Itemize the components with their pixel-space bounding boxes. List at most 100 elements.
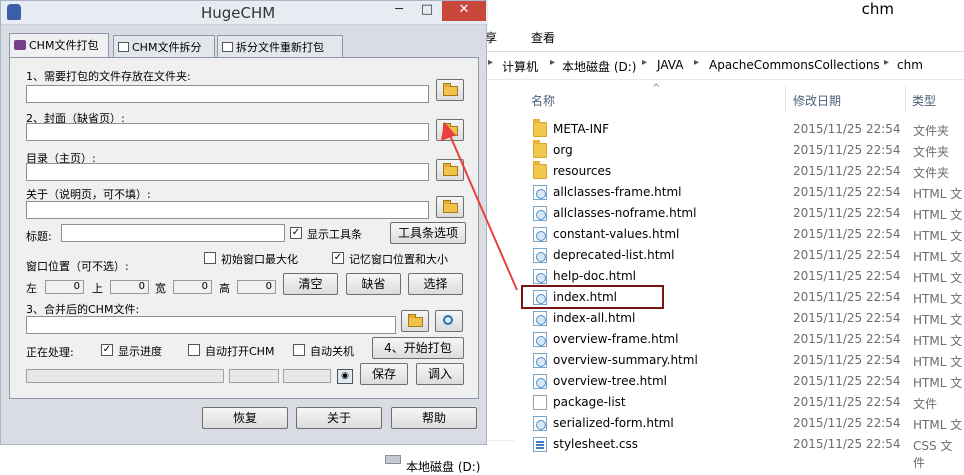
address-bar[interactable]: ▸ 计算机 ▸ 本地磁盘 (D:) ▸ JAVA ▸ ApacheCommons… bbox=[480, 52, 964, 80]
minimize-icon[interactable]: ─ bbox=[386, 1, 412, 21]
file-row[interactable]: resources 2015/11/25 22:54 文件夹 bbox=[520, 161, 964, 182]
toolbar-options-button[interactable]: 工具条选项 bbox=[390, 222, 466, 244]
file-row[interactable]: deprecated-list.html 2015/11/25 22:54 HTML… bbox=[520, 245, 964, 266]
browse-cover-button[interactable] bbox=[436, 119, 464, 141]
file-type: HTML 文 bbox=[913, 376, 963, 390]
file-row[interactable]: constant-values.html 2015/11/25 22:54 HTML… bbox=[520, 224, 964, 245]
height-field[interactable]: 0 bbox=[237, 280, 276, 294]
title-input[interactable] bbox=[61, 224, 285, 242]
tab-split[interactable]: CHM文件拆分 bbox=[113, 35, 215, 57]
load-button[interactable]: 调入 bbox=[416, 363, 464, 385]
file-name: org bbox=[553, 143, 573, 157]
browse-about-button[interactable] bbox=[436, 196, 464, 218]
search-button[interactable] bbox=[435, 310, 463, 332]
left-field[interactable]: 0 bbox=[45, 280, 84, 294]
app-icon bbox=[7, 4, 21, 20]
clear-button[interactable]: 清空 bbox=[283, 273, 338, 295]
breadcrumb-separator-icon: ▸ bbox=[642, 57, 648, 68]
auto-shutdown-checkbox[interactable] bbox=[293, 344, 305, 356]
file-type: CSS 文件 bbox=[913, 439, 953, 470]
file-row[interactable]: org 2015/11/25 22:54 文件夹 bbox=[520, 140, 964, 161]
html-file-icon bbox=[533, 185, 547, 200]
browse-source-button[interactable] bbox=[436, 79, 464, 101]
file-row[interactable]: META-INF 2015/11/25 22:54 文件夹 bbox=[520, 119, 964, 140]
output-chm-input[interactable] bbox=[26, 316, 396, 334]
default-button[interactable]: 缺省 bbox=[346, 273, 401, 295]
label-output-chm: 3、合并后的CHM文件: bbox=[26, 303, 140, 316]
column-divider[interactable] bbox=[905, 86, 906, 112]
file-row[interactable]: index-all.html 2015/11/25 22:54 HTML 文 bbox=[520, 308, 964, 329]
file-row[interactable]: package-list 2015/11/25 22:54 文件 bbox=[520, 392, 964, 413]
maximize-icon[interactable]: □ bbox=[414, 1, 440, 21]
show-progress-label: 显示进度 bbox=[118, 345, 162, 358]
choose-button[interactable]: 选择 bbox=[408, 273, 463, 295]
show-toolbar-checkbox[interactable]: ✓ bbox=[290, 227, 302, 239]
file-row[interactable]: allclasses-frame.html 2015/11/25 22:54 HTM… bbox=[520, 182, 964, 203]
file-name: package-list bbox=[553, 395, 626, 409]
label-window-pos: 窗口位置（可不选）: bbox=[26, 260, 129, 273]
folder-open-icon bbox=[408, 314, 423, 327]
tab-pack[interactable]: CHM文件打包 bbox=[9, 33, 109, 57]
file-row[interactable]: overview-frame.html 2015/11/25 22:54 HTML … bbox=[520, 329, 964, 350]
toc-input[interactable] bbox=[26, 163, 429, 181]
init-max-label: 初始窗口最大化 bbox=[221, 253, 298, 266]
column-date[interactable]: 修改日期 bbox=[793, 92, 841, 109]
magnifier-icon[interactable]: ◉ bbox=[337, 369, 353, 384]
breadcrumb-computer[interactable]: 计算机 bbox=[502, 58, 538, 75]
hugechm-window: HugeCHM ─ □ ✕ CHM文件打包 CHM文件拆分 拆分文件重新打包 1… bbox=[0, 0, 488, 445]
folder-icon bbox=[533, 119, 547, 137]
column-type[interactable]: 类型 bbox=[912, 92, 936, 109]
file-row[interactable]: help-doc.html 2015/11/25 22:54 HTML 文 bbox=[520, 266, 964, 287]
file-row[interactable]: overview-summary.html 2015/11/25 22:54 HTM… bbox=[520, 350, 964, 371]
about-page-input[interactable] bbox=[26, 201, 429, 219]
ribbon-tab-view[interactable]: 查看 bbox=[531, 29, 555, 46]
breadcrumb-separator-icon: ▸ bbox=[488, 57, 494, 68]
file-type: 文件夹 bbox=[913, 145, 950, 159]
file-name: overview-frame.html bbox=[553, 332, 679, 346]
help-button[interactable]: 帮助 bbox=[391, 407, 477, 429]
top-field[interactable]: 0 bbox=[110, 280, 149, 294]
file-date: 2015/11/25 22:54 bbox=[793, 311, 901, 325]
file-date: 2015/11/25 22:54 bbox=[793, 437, 901, 451]
folder-icon bbox=[533, 161, 547, 179]
init-max-checkbox[interactable] bbox=[204, 252, 216, 264]
save-button[interactable]: 保存 bbox=[360, 363, 408, 385]
breadcrumb-drive[interactable]: 本地磁盘 (D:) bbox=[562, 58, 636, 75]
file-name: allclasses-noframe.html bbox=[553, 206, 697, 220]
status-field-2 bbox=[283, 369, 331, 383]
browse-output-button[interactable] bbox=[401, 310, 429, 332]
file-type: 文件 bbox=[913, 397, 938, 411]
file-row[interactable]: overview-tree.html 2015/11/25 22:54 HTML 文 bbox=[520, 371, 964, 392]
file-name: constant-values.html bbox=[553, 227, 680, 241]
file-date: 2015/11/25 22:54 bbox=[793, 374, 901, 388]
width-field[interactable]: 0 bbox=[173, 280, 212, 294]
file-row[interactable]: allclasses-noframe.html 2015/11/25 22:54 H… bbox=[520, 203, 964, 224]
close-icon[interactable]: ✕ bbox=[442, 1, 486, 21]
file-type: HTML 文 bbox=[913, 187, 963, 201]
auto-open-checkbox[interactable] bbox=[188, 344, 200, 356]
html-file-icon bbox=[533, 311, 547, 326]
source-folder-input[interactable] bbox=[26, 85, 429, 103]
tab-repack[interactable]: 拆分文件重新打包 bbox=[217, 35, 343, 57]
browse-toc-button[interactable] bbox=[436, 159, 464, 181]
column-headers: 名称 ^ 修改日期 类型 bbox=[480, 83, 964, 112]
start-pack-button[interactable]: 4、开始打包 bbox=[372, 337, 464, 359]
column-divider[interactable] bbox=[785, 86, 786, 112]
remember-pos-checkbox[interactable]: ✓ bbox=[332, 252, 344, 264]
split-icon bbox=[118, 42, 129, 52]
restore-button[interactable]: 恢复 bbox=[202, 407, 288, 429]
breadcrumb-separator-icon: ▸ bbox=[694, 57, 700, 68]
column-name[interactable]: 名称 bbox=[531, 92, 555, 109]
about-button[interactable]: 关于 bbox=[296, 407, 382, 429]
breadcrumb-java[interactable]: JAVA bbox=[657, 58, 683, 72]
breadcrumb-apache[interactable]: ApacheCommonsCollections bbox=[709, 58, 880, 72]
cover-page-input[interactable] bbox=[26, 123, 429, 141]
file-row[interactable]: serialized-form.html 2015/11/25 22:54 HTML… bbox=[520, 413, 964, 434]
file-row[interactable]: stylesheet.css 2015/11/25 22:54 CSS 文件 bbox=[520, 434, 964, 470]
breadcrumb-separator-icon: ▸ bbox=[550, 57, 556, 68]
show-progress-checkbox[interactable]: ✓ bbox=[101, 344, 113, 356]
explorer-ribbon: 享 查看 bbox=[480, 22, 964, 52]
progress-bar bbox=[26, 369, 224, 383]
file-date: 2015/11/25 22:54 bbox=[793, 122, 901, 136]
breadcrumb-chm[interactable]: chm bbox=[897, 58, 923, 72]
